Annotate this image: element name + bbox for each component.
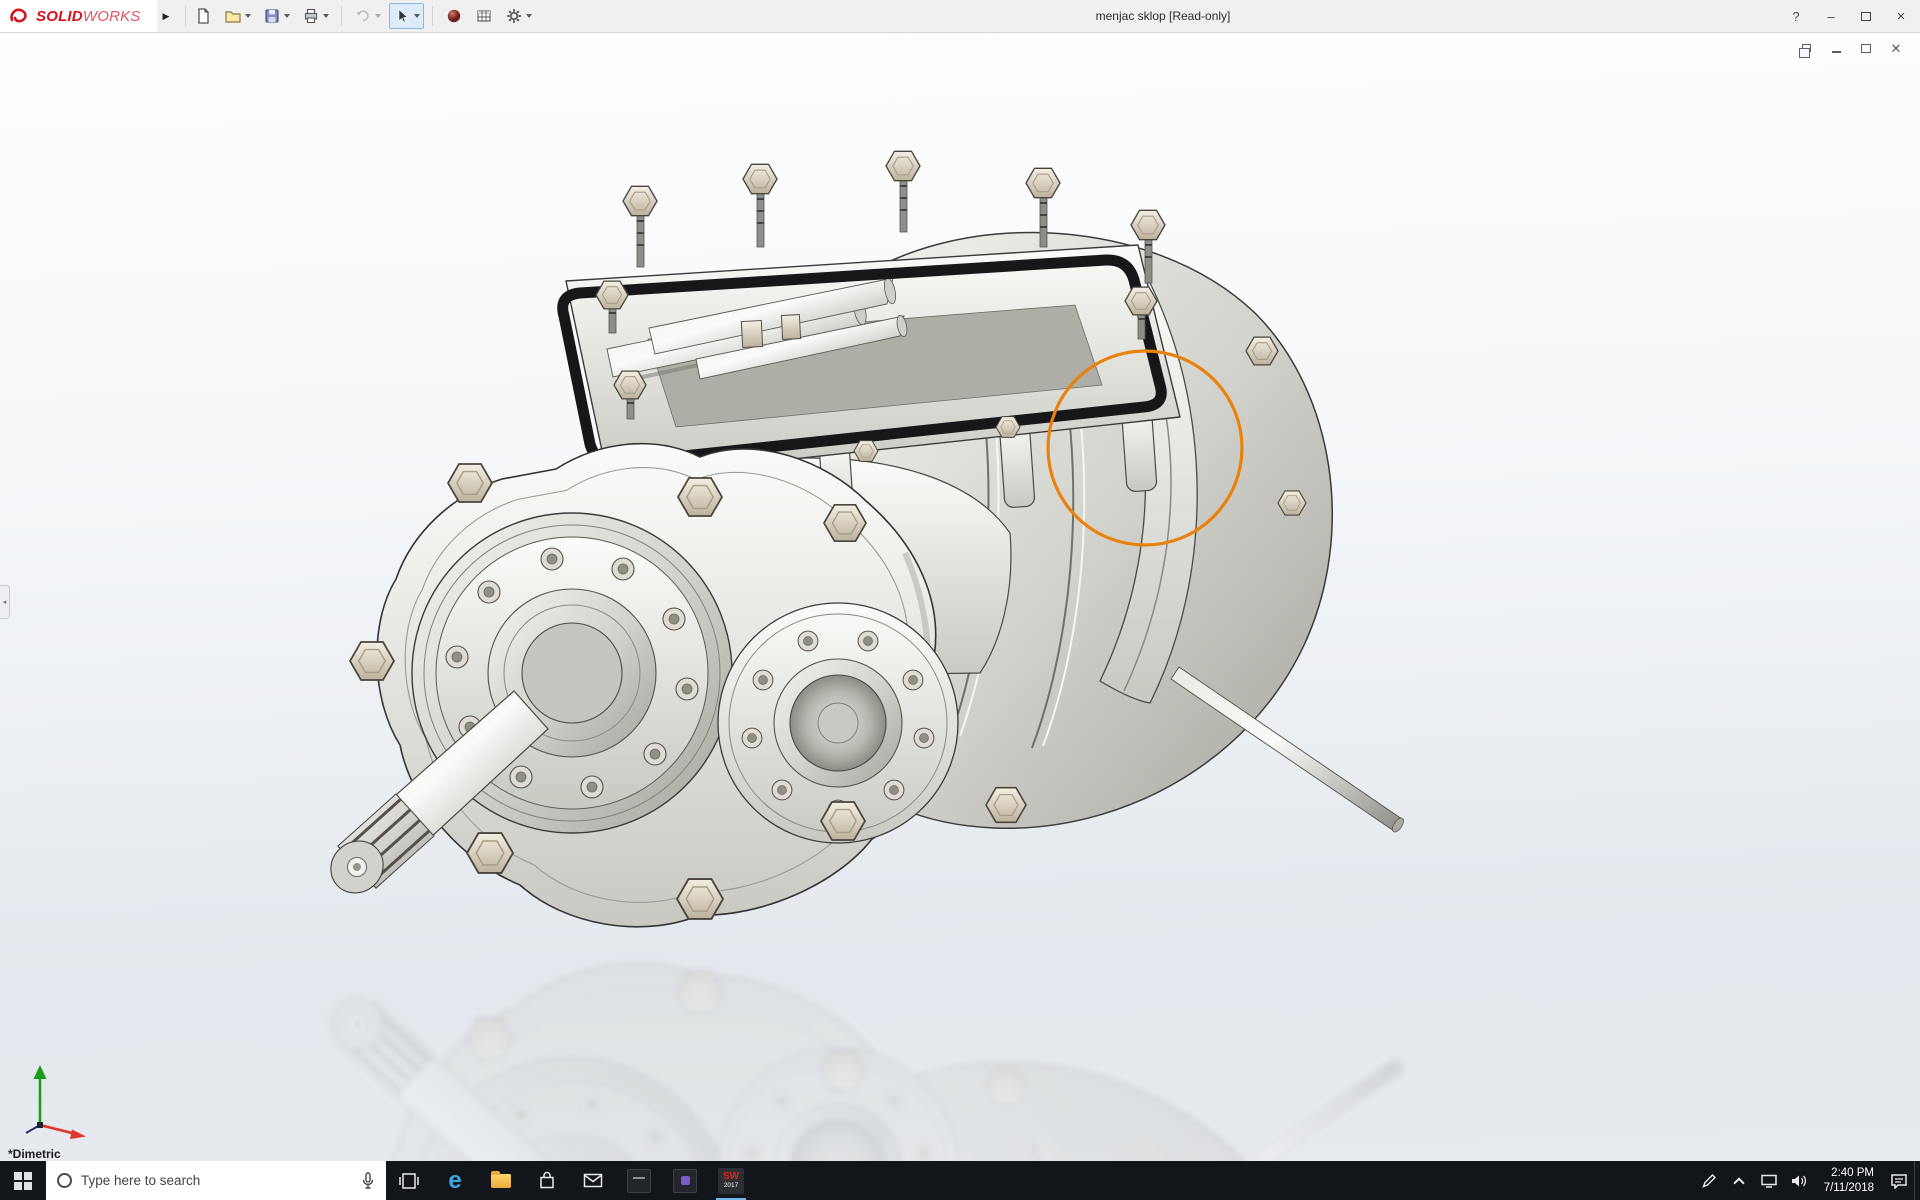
undo-dropdown-caret[interactable] bbox=[375, 14, 381, 18]
titlebar: SOLIDWORKS ▶ bbox=[0, 0, 1920, 33]
new-document-button[interactable] bbox=[190, 3, 216, 29]
task-view-button[interactable] bbox=[386, 1161, 432, 1200]
pen-button[interactable] bbox=[1694, 1161, 1724, 1200]
viewport-window-controls: ✕ bbox=[1798, 41, 1904, 55]
network-button[interactable] bbox=[1754, 1161, 1784, 1200]
viewport-restore-button[interactable] bbox=[1798, 41, 1814, 55]
maximize-icon bbox=[1861, 12, 1871, 21]
document-title: menjac sklop [Read-only] bbox=[1096, 9, 1231, 23]
brand-text: SOLIDWORKS bbox=[36, 8, 141, 25]
new-document-icon bbox=[194, 7, 212, 25]
appearance-sphere-icon bbox=[445, 7, 463, 25]
save-dropdown-caret[interactable] bbox=[284, 14, 290, 18]
undo-icon bbox=[354, 7, 372, 25]
viewport-minimize-button[interactable] bbox=[1828, 41, 1844, 55]
window-controls: ? – × bbox=[1787, 0, 1910, 33]
mail-icon bbox=[583, 1173, 603, 1188]
select-dropdown-caret[interactable] bbox=[414, 14, 420, 18]
maximize-button[interactable] bbox=[1857, 8, 1875, 26]
orientation-triad bbox=[14, 1051, 106, 1143]
taskbar-clock[interactable]: 2:40 PM 7/11/2018 bbox=[1814, 1161, 1884, 1200]
solidworks-2017-icon: SW 2017 bbox=[718, 1168, 744, 1194]
graphics-viewport[interactable]: ✕ ◂ *Dimetric bbox=[0, 33, 1920, 1161]
volume-icon bbox=[1790, 1173, 1807, 1189]
network-icon bbox=[1760, 1173, 1778, 1189]
clock-date: 7/11/2018 bbox=[1824, 1181, 1874, 1196]
undo-button[interactable] bbox=[350, 3, 385, 29]
viewport-restore-icon bbox=[1802, 44, 1811, 52]
clock-time: 2:40 PM bbox=[1824, 1166, 1874, 1181]
viewport-maximize-button[interactable] bbox=[1858, 41, 1874, 55]
open-icon bbox=[224, 7, 242, 25]
taskbar: e SW 2017 bbox=[0, 1161, 1920, 1200]
toolbar-separator bbox=[432, 6, 433, 26]
store-button[interactable] bbox=[524, 1161, 570, 1200]
start-button[interactable] bbox=[0, 1161, 46, 1200]
taskbar-search[interactable] bbox=[46, 1161, 386, 1200]
gearbox-model bbox=[320, 151, 1406, 926]
volume-button[interactable] bbox=[1784, 1161, 1814, 1200]
media-app-button[interactable] bbox=[662, 1161, 708, 1200]
floor-reflection bbox=[320, 964, 1406, 1161]
select-arrow-icon bbox=[393, 7, 411, 25]
solidworks-logo: SOLIDWORKS bbox=[0, 0, 157, 32]
menu-flyout-arrow-icon[interactable]: ▶ bbox=[163, 11, 170, 22]
toolbar-separator bbox=[341, 6, 342, 26]
save-icon bbox=[263, 7, 281, 25]
open-dropdown-caret[interactable] bbox=[245, 14, 251, 18]
file-explorer-button[interactable] bbox=[478, 1161, 524, 1200]
hidden-icons-button[interactable] bbox=[1724, 1161, 1754, 1200]
design-table-button[interactable] bbox=[471, 3, 497, 29]
print-icon bbox=[302, 7, 320, 25]
solidworks-app-button[interactable]: SW 2017 bbox=[708, 1161, 754, 1200]
options-gear-icon bbox=[505, 7, 523, 25]
edge-button[interactable]: e bbox=[432, 1161, 478, 1200]
options-button[interactable] bbox=[501, 3, 536, 29]
viewport-maximize-icon bbox=[1861, 44, 1871, 53]
search-input[interactable] bbox=[81, 1173, 352, 1188]
dassault-3ds-logo-icon bbox=[8, 6, 30, 26]
viewport-close-button[interactable]: ✕ bbox=[1888, 41, 1904, 55]
media-app-icon bbox=[673, 1169, 697, 1193]
task-view-icon bbox=[398, 1172, 420, 1190]
print-button[interactable] bbox=[298, 3, 333, 29]
edge-icon: e bbox=[448, 1169, 461, 1193]
mail-button[interactable] bbox=[570, 1161, 616, 1200]
console-app-button[interactable] bbox=[616, 1161, 662, 1200]
model-canvas[interactable] bbox=[0, 33, 1920, 1161]
collapse-arrow-icon: ◂ bbox=[3, 598, 7, 606]
console-app-icon bbox=[627, 1169, 651, 1193]
microphone-icon[interactable] bbox=[361, 1172, 375, 1190]
options-dropdown-caret[interactable] bbox=[526, 14, 532, 18]
panel-collapse-tab[interactable]: ◂ bbox=[0, 585, 10, 619]
appearance-button[interactable] bbox=[441, 3, 467, 29]
standard-toolbar bbox=[190, 0, 536, 32]
toolbar-separator bbox=[185, 6, 186, 26]
store-icon bbox=[538, 1171, 556, 1190]
show-desktop-button[interactable] bbox=[1914, 1161, 1920, 1200]
start-icon bbox=[14, 1172, 32, 1190]
close-button[interactable]: × bbox=[1892, 8, 1910, 26]
notification-center-icon bbox=[1890, 1173, 1908, 1189]
open-button[interactable] bbox=[220, 3, 255, 29]
minimize-button[interactable]: – bbox=[1822, 8, 1840, 26]
hidden-icons-chevron-icon bbox=[1733, 1177, 1744, 1188]
design-table-icon bbox=[475, 7, 493, 25]
viewport-minimize-icon bbox=[1832, 51, 1841, 53]
file-explorer-icon bbox=[491, 1174, 511, 1188]
save-button[interactable] bbox=[259, 3, 294, 29]
cortana-circle-icon bbox=[57, 1173, 72, 1188]
select-button[interactable] bbox=[389, 3, 424, 29]
help-button[interactable]: ? bbox=[1787, 8, 1805, 26]
view-orientation-label: *Dimetric bbox=[8, 1147, 61, 1161]
print-dropdown-caret[interactable] bbox=[323, 14, 329, 18]
pen-icon bbox=[1701, 1173, 1717, 1189]
system-tray: 2:40 PM 7/11/2018 bbox=[1694, 1161, 1920, 1200]
notification-center-button[interactable] bbox=[1884, 1161, 1914, 1200]
